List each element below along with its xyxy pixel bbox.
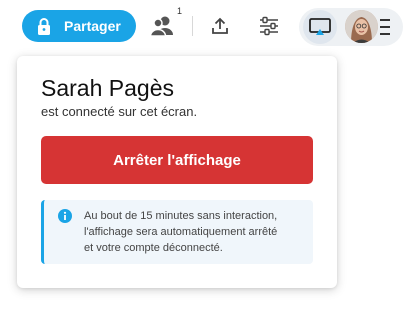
users-button[interactable] [148,12,176,40]
session-popup: Sarah Pagès est connecté sur cet écran. … [17,56,337,288]
cast-icon [309,18,331,35]
toolbar-separator [192,16,193,36]
info-notice: Au bout de 15 minutes sans interaction, … [41,200,313,264]
info-text-line-3: et votre compte déconnecté. [84,242,223,254]
users-count-badge: 1 [177,6,183,16]
stop-display-button[interactable]: Arrêter l'affichage [41,136,313,184]
top-toolbar: Partager 1 [0,0,405,52]
user-name: Sarah Pagès [41,75,174,101]
user-photo-icon [345,10,378,43]
upload-icon [212,17,228,34]
info-icon [58,209,72,223]
lock-icon [38,18,50,35]
cast-button[interactable] [303,10,337,44]
share-button[interactable]: Partager [22,10,136,42]
menu-icon [380,19,390,35]
info-text-line-1: Au bout de 15 minutes sans interaction, [84,210,278,222]
info-text-line-2: l'affichage sera automatiquement arrêté [84,226,278,238]
sliders-icon [260,16,278,36]
users-icon [149,16,173,37]
share-button-label: Partager [64,18,121,34]
info-text: Au bout de 15 minutes sans interaction, … [84,208,310,256]
avatar[interactable] [345,10,378,43]
menu-button[interactable] [378,17,392,37]
connection-status-text: est connecté sur cet écran. [41,104,198,119]
upload-button[interactable] [206,12,234,40]
settings-button[interactable] [255,12,283,40]
